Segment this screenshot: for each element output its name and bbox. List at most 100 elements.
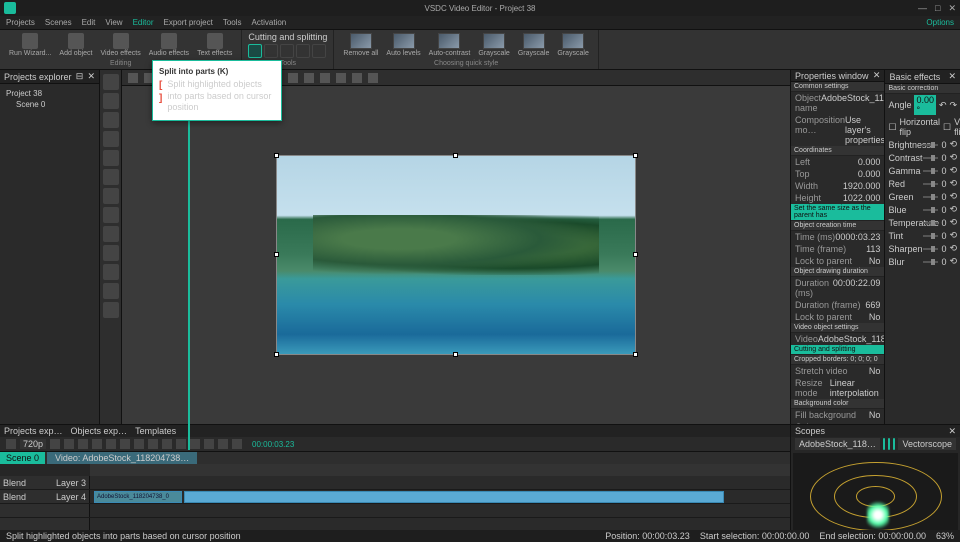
section-vos[interactable]: Video object settings [791,323,884,333]
add-object-button[interactable]: Add object [56,32,95,58]
text-effects-button[interactable]: Text effects [194,32,235,58]
scope-source-select[interactable]: AdobeStock_118… [795,438,880,450]
tl-btn[interactable] [162,439,172,449]
canvas-tool[interactable] [288,73,298,83]
timeline-clip-2[interactable] [184,491,724,503]
tl-btn[interactable] [50,439,60,449]
tool-rect[interactable] [103,93,119,109]
tool-image[interactable] [103,169,119,185]
style-grayscale-1[interactable]: Grayscale [475,32,513,58]
tl-btn[interactable] [176,439,186,449]
contrast-slider[interactable] [923,157,938,159]
scope-btn[interactable] [883,438,885,450]
sharpen-slider[interactable] [923,248,938,250]
temperature-slider[interactable] [923,222,938,224]
tint-slider[interactable] [923,235,938,237]
track-body[interactable] [90,476,790,489]
reset-icon[interactable]: ⟲ [949,217,957,228]
tl-btn[interactable] [78,439,88,449]
menu-editor[interactable]: Editor [133,18,154,27]
menu-activation[interactable]: Activation [252,18,287,27]
tool-sprite[interactable] [103,245,119,261]
tab-projects-exp[interactable]: Projects exp… [4,426,63,436]
menu-projects[interactable]: Projects [6,18,35,27]
resize-handle[interactable] [633,153,638,158]
menu-view[interactable]: View [105,18,122,27]
menu-tools[interactable]: Tools [223,18,242,27]
angle-input[interactable]: 0.00 ° [914,95,936,115]
video-frame[interactable] [276,155,636,355]
timeline-clip-1[interactable]: AdobeStock_118204738_0 [94,491,182,503]
tl-btn[interactable] [190,439,200,449]
track-body[interactable] [90,504,790,517]
reset-icon[interactable]: ⟲ [949,165,957,176]
section-bg[interactable]: Background color [791,399,884,409]
tool-chart[interactable] [103,226,119,242]
scope-type-select[interactable]: Vectorscope [898,438,956,450]
run-wizard-button[interactable]: Run Wizard... [6,32,54,58]
cutsplit-button[interactable]: Cutting and splitting [791,345,884,355]
red-slider[interactable] [923,183,938,185]
section-cb[interactable]: Cropped borders: 0; 0; 0; 0 [791,355,884,365]
tool-text[interactable] [103,150,119,166]
reset-icon[interactable]: ⟲ [949,152,957,163]
fx-close-icon[interactable]: ✕ [948,71,956,82]
green-slider[interactable] [923,196,938,198]
resize-handle[interactable] [453,153,458,158]
section-oct[interactable]: Object creation time [791,221,884,231]
section-coords[interactable]: Coordinates [791,146,884,156]
style-auto-contrast[interactable]: Auto-contrast [426,32,474,58]
rotate-right-icon[interactable]: ↷ [950,100,958,111]
menu-edit[interactable]: Edit [82,18,96,27]
reset-icon[interactable]: ⟲ [949,139,957,150]
gamma-slider[interactable] [923,170,938,172]
scopes-close-icon[interactable]: ✕ [948,426,956,437]
menu-scenes[interactable]: Scenes [45,18,72,27]
tool-counter[interactable] [103,283,119,299]
clip-tab[interactable]: Video: AdobeStock_118204738… [47,452,197,464]
scene-tab[interactable]: Scene 0 [0,452,45,464]
tool-tooltip[interactable] [103,264,119,280]
next-button[interactable] [148,439,158,449]
menu-options[interactable]: Options [926,18,954,27]
split-tool-button[interactable] [248,44,262,58]
tl-btn[interactable] [92,439,102,449]
minimize-button[interactable]: — [918,3,927,14]
tl-btn[interactable] [232,439,242,449]
set-same-button[interactable]: Set the same size as the parent has [791,204,884,221]
prev-button[interactable] [134,439,144,449]
blue-slider[interactable] [923,209,938,211]
tool-video[interactable] [103,188,119,204]
style-auto-levels[interactable]: Auto levels [383,32,423,58]
style-grayscale-3[interactable]: Grayscale [554,32,592,58]
canvas-tool[interactable] [320,73,330,83]
explorer-close-icon[interactable]: ✕ [87,71,95,82]
reset-icon[interactable]: ⟲ [949,178,957,189]
tl-btn[interactable] [6,439,16,449]
tool-ellipse[interactable] [103,112,119,128]
resize-handle[interactable] [274,252,279,257]
canvas-tool[interactable] [352,73,362,83]
track-body[interactable]: AdobeStock_118204738_0 [90,490,790,503]
props-close-icon[interactable]: ✕ [873,70,881,81]
brightness-slider[interactable] [923,144,938,146]
resolution-select[interactable]: 720p [20,439,46,449]
close-button[interactable]: ✕ [948,3,956,14]
tool-line[interactable] [103,131,119,147]
hflip-checkbox[interactable]: ☐ [888,122,896,133]
resize-handle[interactable] [453,352,458,357]
tree-scene[interactable]: Scene 0 [4,99,95,110]
style-grayscale-2[interactable]: Grayscale [515,32,553,58]
fx-section[interactable]: Basic correction [885,84,960,94]
reset-icon[interactable]: ⟲ [949,243,957,254]
status-zoom[interactable]: 63% [936,531,954,541]
resize-handle[interactable] [274,352,279,357]
stop-button[interactable] [120,439,130,449]
preview-viewport[interactable] [122,86,790,424]
tl-btn[interactable] [218,439,228,449]
tab-templates[interactable]: Templates [135,426,176,436]
timeline-ruler[interactable] [90,464,790,476]
video-effects-button[interactable]: Video effects [98,32,144,58]
explorer-pin-icon[interactable]: ⊟ [76,71,84,82]
resize-handle[interactable] [274,153,279,158]
